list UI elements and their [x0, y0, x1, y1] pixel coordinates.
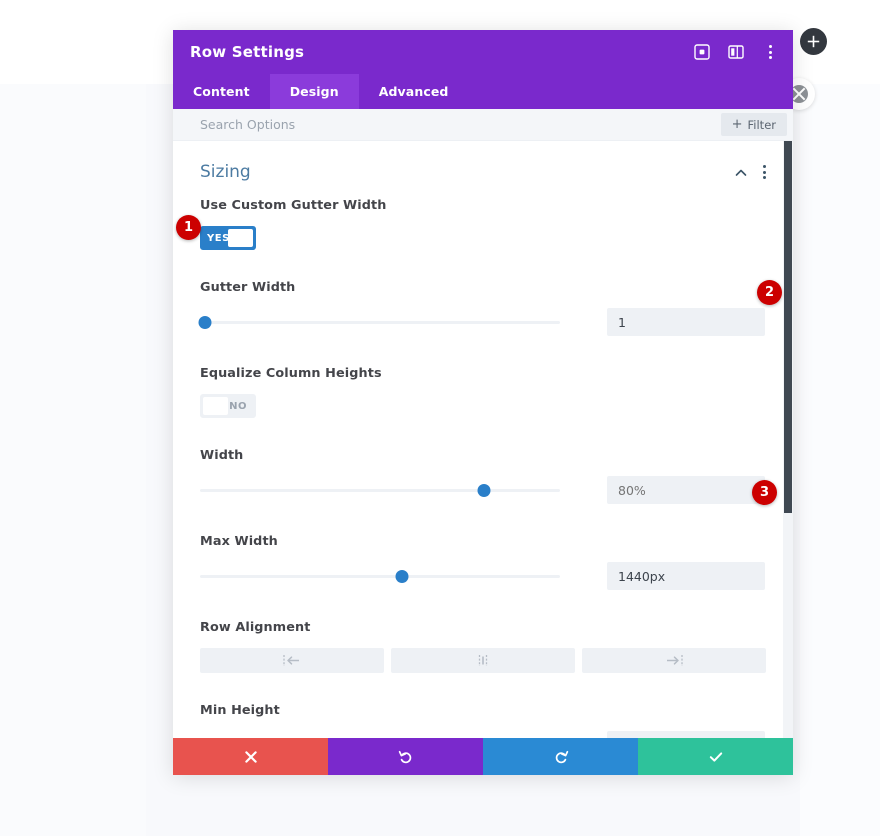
annotation-badge-3: 3 [752, 480, 777, 505]
field-equalize-column-heights: Equalize Column Heights NO [200, 366, 766, 418]
page-backdrop-right [800, 84, 880, 836]
panel-header-icons [693, 43, 779, 61]
field-label: Width [200, 448, 244, 463]
more-options-icon[interactable] [761, 43, 779, 61]
field-gutter-width: Gutter Width [198, 280, 766, 336]
field-use-custom-gutter-width: Use Custom Gutter Width YES [200, 198, 766, 250]
slider-knob[interactable] [395, 569, 409, 583]
toggle-handle [203, 397, 228, 415]
value-input-min-height[interactable] [607, 731, 765, 738]
split-view-icon[interactable] [727, 43, 745, 61]
more-options-dots [768, 45, 772, 59]
redo-button[interactable] [483, 738, 638, 775]
x-icon [244, 750, 257, 763]
panel-scrollbar-track[interactable] [783, 141, 793, 738]
cancel-button[interactable] [173, 738, 328, 775]
filter-button-label: Filter [747, 117, 776, 132]
annotation-badge-2: 2 [757, 280, 782, 305]
field-label: Row Alignment [200, 620, 311, 635]
undo-button[interactable] [328, 738, 483, 775]
slider-gutter-width[interactable] [198, 315, 560, 329]
section-tools [734, 165, 766, 179]
toggle-equalize-column-heights[interactable]: NO [200, 394, 256, 418]
filter-button[interactable]: + Filter [720, 113, 787, 136]
add-section-button[interactable] [800, 28, 827, 55]
field-label: Gutter Width [200, 280, 296, 295]
panel-search-bar: + Filter [173, 109, 793, 141]
tab-design[interactable]: Design [269, 74, 359, 109]
field-label: Use Custom Gutter Width [200, 198, 387, 213]
slider-knob[interactable] [198, 315, 212, 329]
field-label: Min Height [200, 703, 280, 718]
page-title: Row Settings [190, 43, 305, 61]
panel-scrollbar-thumb[interactable] [784, 141, 792, 513]
slider-knob[interactable] [477, 483, 491, 497]
control-row [200, 731, 766, 738]
field-min-height: Min Height [200, 703, 766, 738]
control-row [200, 476, 766, 504]
screen-root: Row Settings Content Design Advanced Sea… [0, 0, 880, 836]
chevron-up-icon[interactable] [734, 165, 748, 179]
section-more-options-icon[interactable] [763, 165, 766, 179]
slider-track [200, 488, 560, 492]
save-button[interactable] [638, 738, 793, 775]
tab-advanced[interactable]: Advanced [359, 74, 469, 109]
toggle-handle [228, 229, 253, 247]
slider-width[interactable] [200, 483, 560, 497]
panel-footer [173, 738, 793, 775]
field-label: Equalize Column Heights [200, 366, 382, 381]
row-settings-panel: Row Settings Content Design Advanced Sea… [173, 30, 793, 775]
tab-content[interactable]: Content [173, 74, 270, 109]
value-input-width[interactable] [607, 476, 765, 504]
value-input-max-width[interactable] [607, 562, 765, 590]
slider-track [200, 574, 560, 578]
section-header-sizing: Sizing [200, 141, 766, 198]
control-row: NO [200, 394, 766, 418]
align-right-icon[interactable] [582, 648, 766, 673]
plus-icon: + [731, 117, 743, 132]
panel-header: Row Settings [173, 30, 793, 74]
toggle-state-label: YES [207, 232, 230, 244]
page-backdrop-left [0, 84, 146, 836]
plus-icon [807, 35, 820, 48]
control-row [198, 308, 766, 336]
field-max-width: Max Width [200, 534, 766, 590]
slider-track [200, 320, 560, 324]
toggle-state-label: NO [229, 400, 247, 412]
panel-body: Sizing Use Custom Gutter Width YES Gutte… [173, 141, 793, 738]
panel-tabs: Content Design Advanced [173, 74, 793, 109]
value-input-gutter-width[interactable] [607, 308, 765, 336]
check-icon [709, 751, 722, 762]
section-title: Sizing [200, 162, 251, 182]
control-row [200, 562, 766, 590]
search-input[interactable] [200, 117, 721, 132]
slider-max-width[interactable] [200, 569, 560, 583]
align-left-icon[interactable] [200, 648, 384, 673]
align-center-icon[interactable] [391, 648, 575, 673]
annotation-badge-1: 1 [176, 215, 201, 240]
redo-icon [555, 750, 568, 763]
field-width: Width [200, 448, 766, 504]
control-row: YES [200, 226, 766, 250]
field-row-alignment: Row Alignment [200, 620, 766, 673]
undo-icon [398, 750, 411, 763]
row-alignment-button-group [200, 648, 766, 673]
field-label: Max Width [200, 534, 278, 549]
toggle-use-custom-gutter-width[interactable]: YES [200, 226, 256, 250]
responsive-preview-icon[interactable] [693, 43, 711, 61]
